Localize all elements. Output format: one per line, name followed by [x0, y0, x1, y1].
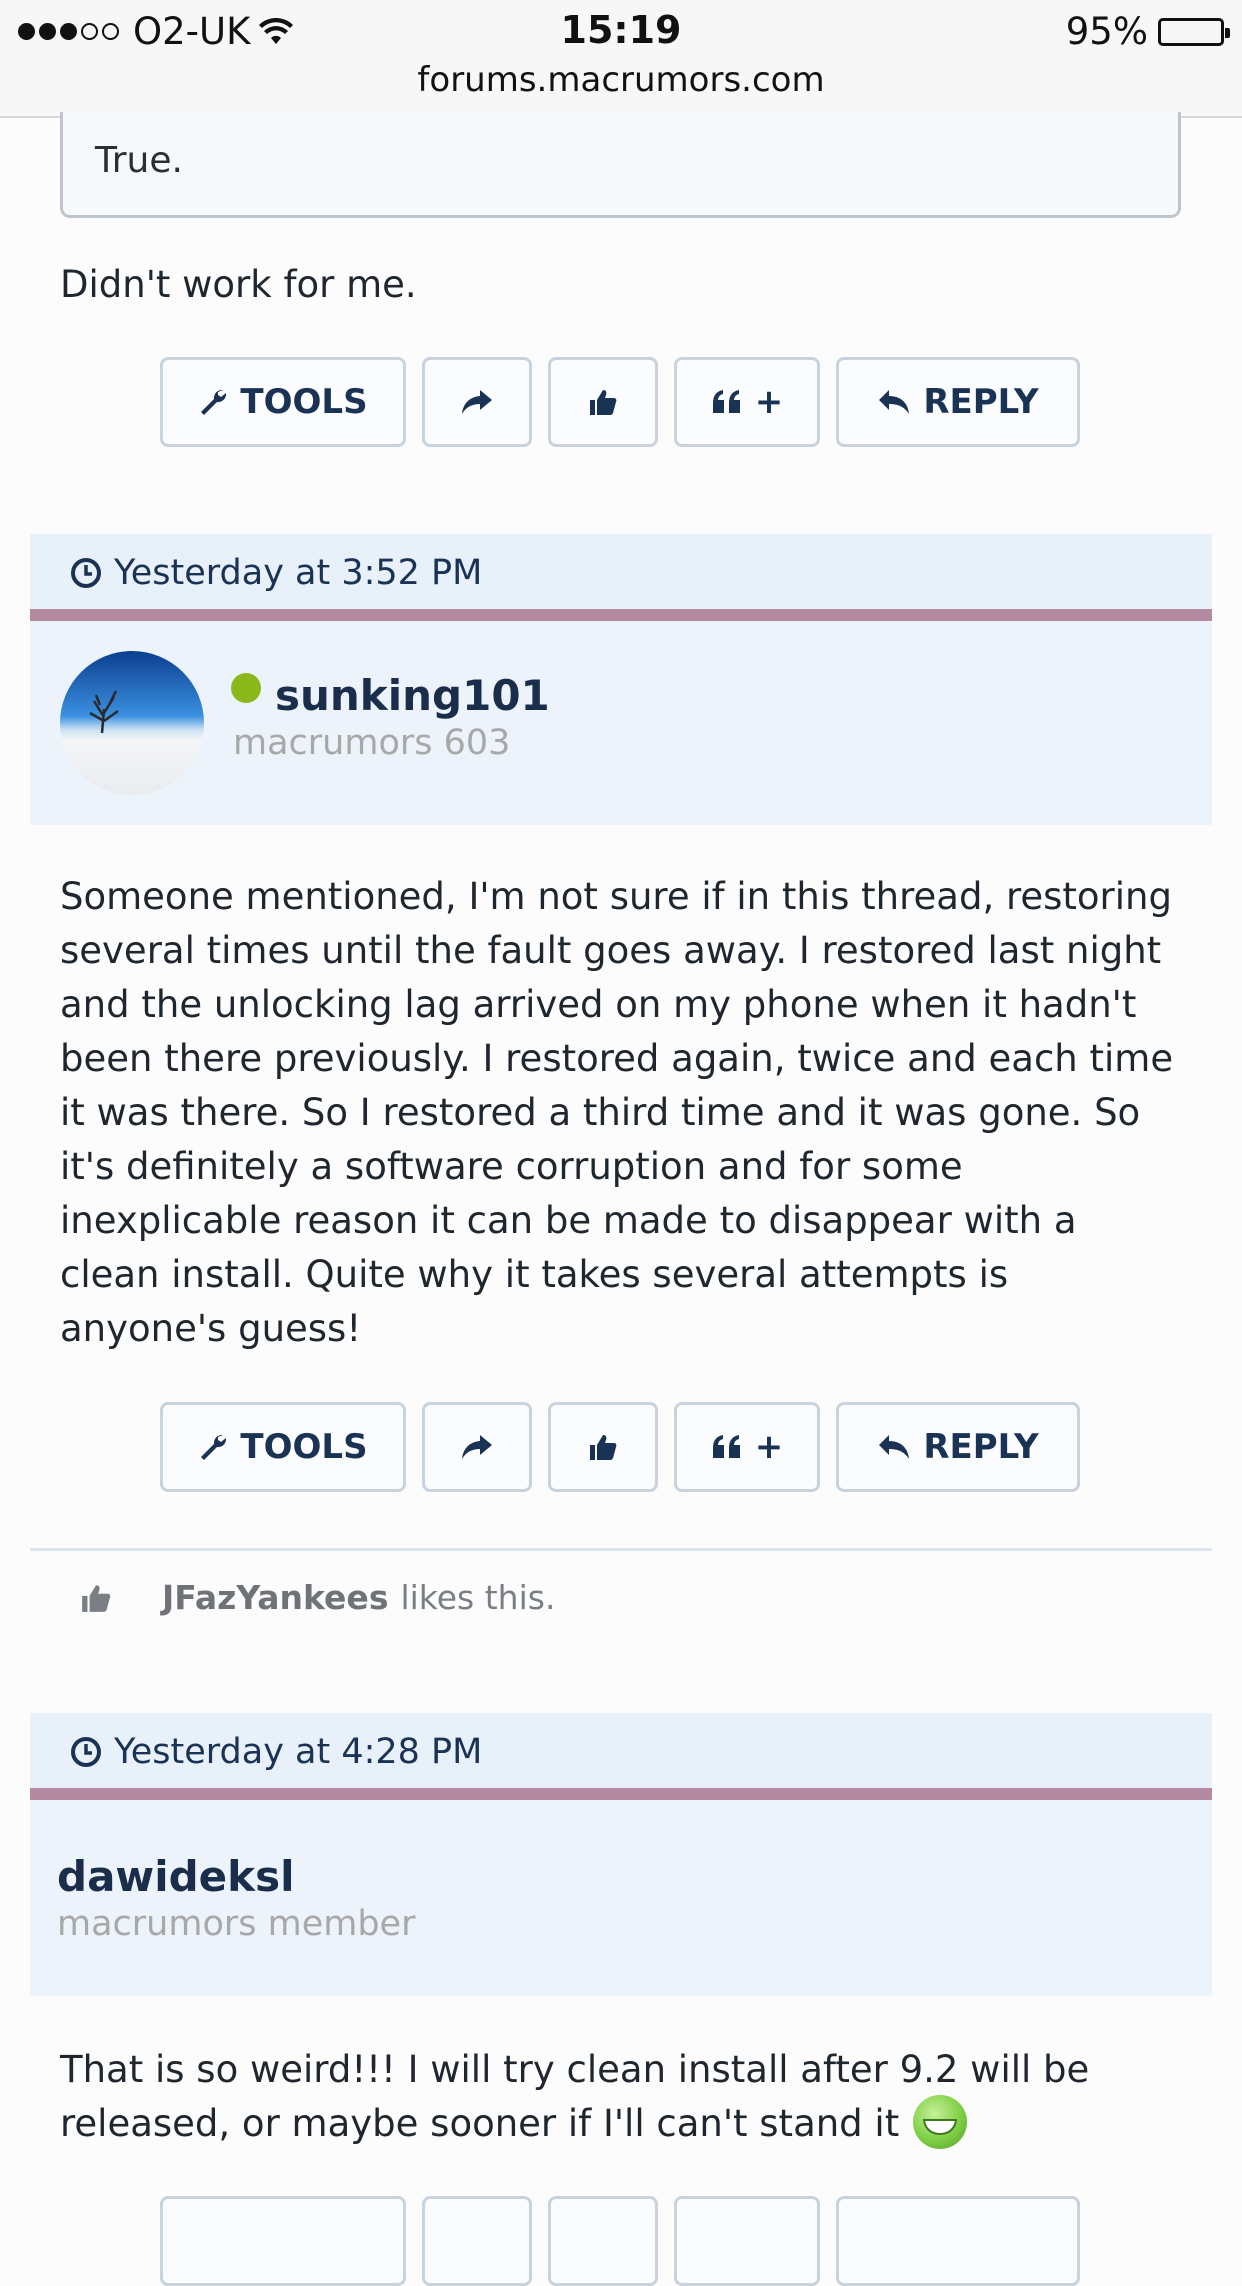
avatar[interactable] [60, 651, 204, 795]
share-button[interactable] [422, 357, 532, 447]
tools-label: TOOLS [240, 1427, 368, 1467]
post-date[interactable]: Yesterday at 4:28 PM [114, 1732, 482, 1772]
post-user-panel: sunking101 macrumors 603 [30, 621, 1212, 825]
share-arrow-icon [462, 1435, 492, 1459]
tree-image [89, 690, 119, 734]
multiquote-label: + [754, 382, 784, 422]
quote-text: True. [95, 140, 183, 181]
tools-button[interactable] [160, 2196, 406, 2286]
thumbs-up-icon [82, 1584, 111, 1612]
post-date[interactable]: Yesterday at 3:52 PM [114, 553, 482, 593]
wrench-icon [201, 389, 227, 415]
multiquote-label: + [754, 1427, 784, 1467]
battery-icon [1158, 17, 1230, 46]
quote-icon [712, 390, 740, 413]
clock-icon [71, 1737, 101, 1767]
post-body: That is so weird!!! I will try clean ins… [60, 2043, 1185, 2153]
likes-divider [30, 1548, 1212, 1551]
likes-summary: JFazYankees likes this. [80, 1578, 555, 1617]
reply-button[interactable]: REPLY [836, 357, 1080, 447]
liker-username[interactable]: JFazYankees [162, 1578, 388, 1617]
post-body: Someone mentioned, I'm not sure if in th… [60, 875, 1174, 1350]
post-date-bar: Yesterday at 3:52 PM [30, 534, 1212, 612]
status-bar: O2-UK 15:19 95% forums.macrumors.com [0, 0, 1242, 118]
wrench-icon [201, 1434, 227, 1460]
share-button[interactable] [422, 2196, 532, 2286]
post-user-panel: dawideksl macrumors member [30, 1800, 1212, 1996]
reply-arrow-icon [879, 390, 910, 414]
quote-icon [712, 1435, 740, 1458]
post-action-bar [160, 2196, 1080, 2286]
battery-percent: 95% [1065, 10, 1148, 53]
reply-button[interactable]: REPLY [836, 1402, 1080, 1492]
online-indicator [231, 673, 261, 703]
post-body: Didn't work for me. [60, 263, 417, 306]
post-date-bar: Yesterday at 4:28 PM [30, 1713, 1212, 1791]
reply-label: REPLY [923, 382, 1039, 422]
tools-label: TOOLS [240, 382, 368, 422]
grin-emoji-icon [913, 2094, 968, 2149]
share-button[interactable] [422, 1402, 532, 1492]
reply-label: REPLY [923, 1427, 1039, 1467]
tools-button[interactable]: TOOLS [160, 1402, 406, 1492]
like-button[interactable] [548, 2196, 658, 2286]
like-button[interactable] [548, 357, 658, 447]
post-separator [30, 1788, 1212, 1800]
clock-icon [71, 558, 101, 588]
user-title: macrumors 603 [233, 723, 511, 763]
post-action-bar: TOOLS + REPLY [160, 1402, 1080, 1492]
tools-button[interactable]: TOOLS [160, 357, 406, 447]
username[interactable]: dawideksl [57, 1852, 294, 1901]
reply-button[interactable] [836, 2196, 1080, 2286]
multiquote-button[interactable] [674, 2196, 820, 2286]
like-button[interactable] [548, 1402, 658, 1492]
thumbs-up-icon [590, 390, 617, 415]
multiquote-button[interactable]: + [674, 1402, 820, 1492]
post-action-bar: TOOLS + REPLY [160, 357, 1080, 447]
clock-time: 15:19 [560, 8, 682, 52]
user-title: macrumors member [57, 1904, 416, 1944]
status-right: 95% [1065, 10, 1230, 53]
multiquote-button[interactable]: + [674, 357, 820, 447]
quote-block: True. [60, 112, 1181, 218]
address-url[interactable]: forums.macrumors.com [0, 60, 1242, 100]
share-arrow-icon [462, 390, 492, 414]
likes-suffix: likes this. [400, 1578, 556, 1617]
thumbs-up-icon [590, 1435, 617, 1460]
username[interactable]: sunking101 [275, 671, 550, 720]
reply-arrow-icon [879, 1435, 910, 1459]
post-separator [30, 609, 1212, 621]
